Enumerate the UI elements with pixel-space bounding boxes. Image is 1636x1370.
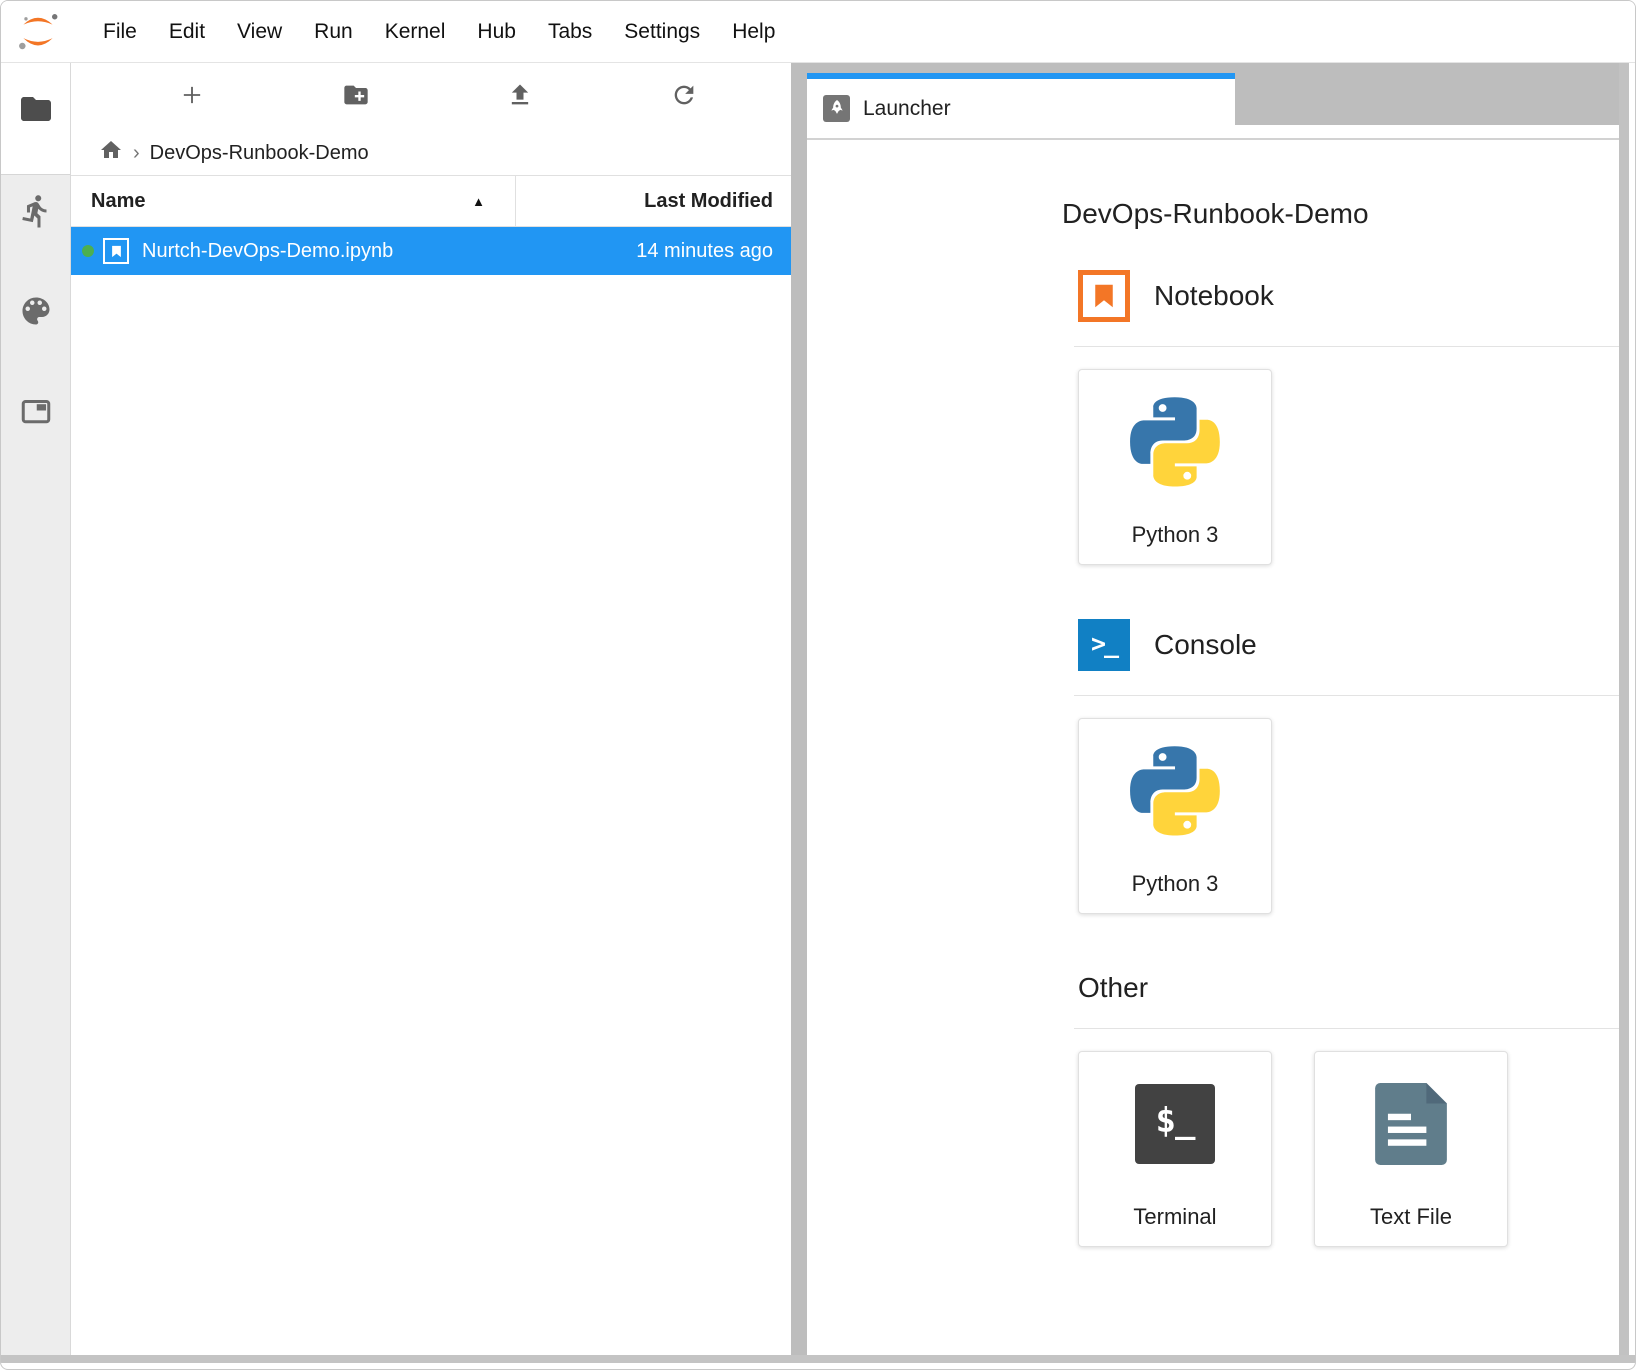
breadcrumb-separator: › <box>133 142 140 165</box>
dock-panel: Launcher DevOps-Runbook-Demo Notebook <box>807 63 1619 1355</box>
window-right-edge <box>1619 63 1629 1355</box>
section-header-console: >_ Console <box>1078 619 1619 671</box>
dock-tab-bar: Launcher <box>807 63 1619 140</box>
launcher-card-console-python3[interactable]: Python 3 <box>1078 718 1272 914</box>
last-modified-column-label: Last Modified <box>644 190 773 213</box>
other-cards: $_ Terminal <box>1078 1051 1619 1247</box>
refresh-icon <box>670 81 698 114</box>
refresh-button[interactable] <box>662 75 706 119</box>
text-file-icon <box>1375 1074 1447 1174</box>
file-browser-toolbar <box>71 63 791 131</box>
card-label-python3: Python 3 <box>1132 522 1219 548</box>
sidebar-background <box>1 174 70 1355</box>
section-divider <box>1074 1028 1619 1029</box>
running-icon <box>18 193 54 234</box>
file-row-notebook[interactable]: Nurtch-DevOps-Demo.ipynb 14 minutes ago <box>71 227 791 275</box>
menu-settings[interactable]: Settings <box>608 1 716 62</box>
notebook-cards: Python 3 <box>1078 369 1619 565</box>
new-folder-icon <box>342 81 370 114</box>
breadcrumb-current-folder[interactable]: DevOps-Runbook-Demo <box>150 142 369 165</box>
menu-run[interactable]: Run <box>298 1 369 62</box>
card-label-text-file: Text File <box>1370 1204 1452 1230</box>
python-icon <box>1130 392 1220 492</box>
upload-icon <box>506 81 534 114</box>
menu-hub[interactable]: Hub <box>461 1 532 62</box>
notebook-icon <box>1078 270 1130 322</box>
console-icon: >_ <box>1078 619 1130 671</box>
plus-icon <box>178 81 206 114</box>
python-icon <box>1130 741 1220 841</box>
new-folder-button[interactable] <box>334 75 378 119</box>
section-label-notebook: Notebook <box>1154 280 1274 312</box>
menu-help[interactable]: Help <box>716 1 791 62</box>
window-bottom-edge <box>1 1355 1635 1363</box>
section-header-other: Other <box>1078 972 1619 1004</box>
launcher-panel: DevOps-Runbook-Demo Notebook <box>807 140 1619 1355</box>
window-right-padding <box>1629 63 1635 1355</box>
palette-icon <box>18 293 54 334</box>
terminal-icon: $_ <box>1135 1074 1215 1174</box>
tabs-icon <box>18 394 54 435</box>
menu-bar: File Edit View Run Kernel Hub Tabs Setti… <box>1 1 1635 63</box>
menu-tabs[interactable]: Tabs <box>532 1 608 62</box>
new-launcher-button[interactable] <box>170 75 214 119</box>
launcher-card-notebook-python3[interactable]: Python 3 <box>1078 369 1272 565</box>
activity-sidebar <box>1 63 71 1355</box>
name-column-label: Name <box>91 190 145 213</box>
sort-ascending-icon: ▲ <box>472 194 485 209</box>
breadcrumb: › DevOps-Runbook-Demo <box>71 131 791 175</box>
section-divider <box>1074 346 1619 347</box>
file-browser-panel: › DevOps-Runbook-Demo Name ▲ Last Modifi… <box>71 63 791 1355</box>
section-label-console: Console <box>1154 629 1257 661</box>
launcher-title: DevOps-Runbook-Demo <box>1062 198 1619 230</box>
sidebar-item-running-sessions[interactable] <box>16 193 56 233</box>
menu-file[interactable]: File <box>87 1 153 62</box>
sidebar-item-file-browser[interactable] <box>16 91 56 131</box>
panel-splitter[interactable] <box>791 63 807 1355</box>
console-cards: Python 3 <box>1078 718 1619 914</box>
section-divider <box>1074 695 1619 696</box>
jupyter-logo-icon <box>15 11 61 53</box>
tab-launcher[interactable]: Launcher <box>807 73 1235 138</box>
section-label-other: Other <box>1078 972 1148 1004</box>
menu-edit[interactable]: Edit <box>153 1 221 62</box>
card-label-python3: Python 3 <box>1132 871 1219 897</box>
column-header-last-modified[interactable]: Last Modified <box>516 176 791 226</box>
tab-launcher-label: Launcher <box>863 97 951 121</box>
folder-icon <box>18 91 54 132</box>
sidebar-item-command-palette[interactable] <box>16 293 56 333</box>
sidebar-item-open-tabs[interactable] <box>16 394 56 434</box>
file-last-modified: 14 minutes ago <box>636 240 791 263</box>
notebook-file-icon <box>103 238 129 264</box>
upload-button[interactable] <box>498 75 542 119</box>
launcher-rocket-icon <box>823 95 850 122</box>
kernel-running-indicator <box>82 245 94 257</box>
home-icon[interactable] <box>99 138 123 168</box>
tab-bar-border <box>807 138 1619 140</box>
workspace: › DevOps-Runbook-Demo Name ▲ Last Modifi… <box>1 63 1635 1355</box>
menu-kernel[interactable]: Kernel <box>369 1 462 62</box>
section-header-notebook: Notebook <box>1078 270 1619 322</box>
column-header-name[interactable]: Name ▲ <box>71 176 516 226</box>
launcher-card-terminal[interactable]: $_ Terminal <box>1078 1051 1272 1247</box>
file-list-header: Name ▲ Last Modified <box>71 175 791 227</box>
launcher-card-text-file[interactable]: Text File <box>1314 1051 1508 1247</box>
card-label-terminal: Terminal <box>1133 1204 1216 1230</box>
menu-view[interactable]: View <box>221 1 298 62</box>
file-name: Nurtch-DevOps-Demo.ipynb <box>142 240 393 263</box>
jupyterlab-window: File Edit View Run Kernel Hub Tabs Setti… <box>0 0 1636 1370</box>
